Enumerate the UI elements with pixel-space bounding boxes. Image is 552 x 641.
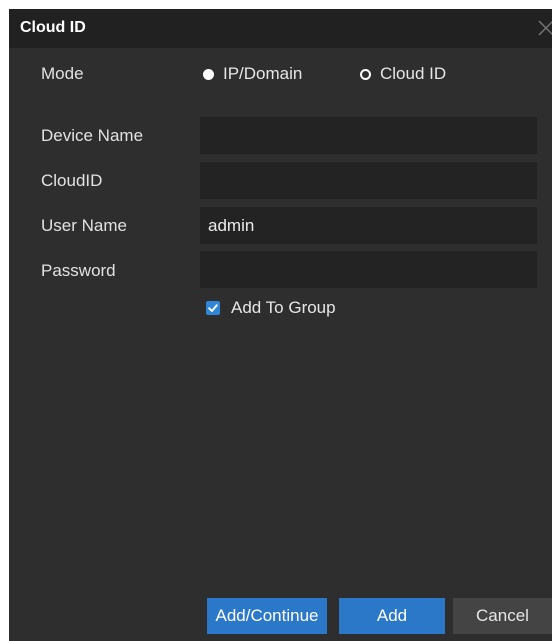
password-label: Password: [41, 261, 116, 280]
password-input[interactable]: [200, 251, 537, 288]
dialog-titlebar: Cloud ID: [9, 9, 552, 48]
radio-cloud-id-label: Cloud ID: [380, 64, 447, 83]
user-name-input[interactable]: [200, 207, 537, 244]
add-button[interactable]: Add: [339, 598, 445, 634]
radio-unselected-icon: [360, 68, 371, 80]
add-to-group-checkbox[interactable]: Add To Group: [206, 296, 336, 320]
radio-ip-domain[interactable]: IP/Domain: [203, 62, 302, 86]
radio-ip-domain-label: IP/Domain: [223, 64, 303, 83]
add-to-group-label: Add To Group: [231, 298, 336, 317]
add-continue-button[interactable]: Add/Continue: [207, 598, 327, 634]
cancel-button[interactable]: Cancel: [453, 598, 552, 634]
checkmark-icon: [206, 301, 220, 315]
mode-label: Mode: [41, 64, 84, 83]
cloud-id-label: CloudID: [41, 171, 103, 190]
cloud-id-dialog: Cloud ID Mode IP/Domain Cloud ID Device …: [9, 9, 552, 641]
radio-cloud-id[interactable]: Cloud ID: [360, 62, 446, 86]
device-name-input[interactable]: [200, 117, 537, 154]
cloud-id-input[interactable]: [200, 162, 537, 199]
user-name-label: User Name: [41, 216, 127, 235]
close-icon[interactable]: [537, 17, 552, 37]
device-name-label: Device Name: [41, 126, 144, 145]
dialog-title: Cloud ID: [20, 19, 86, 36]
radio-selected-icon: [203, 68, 214, 80]
